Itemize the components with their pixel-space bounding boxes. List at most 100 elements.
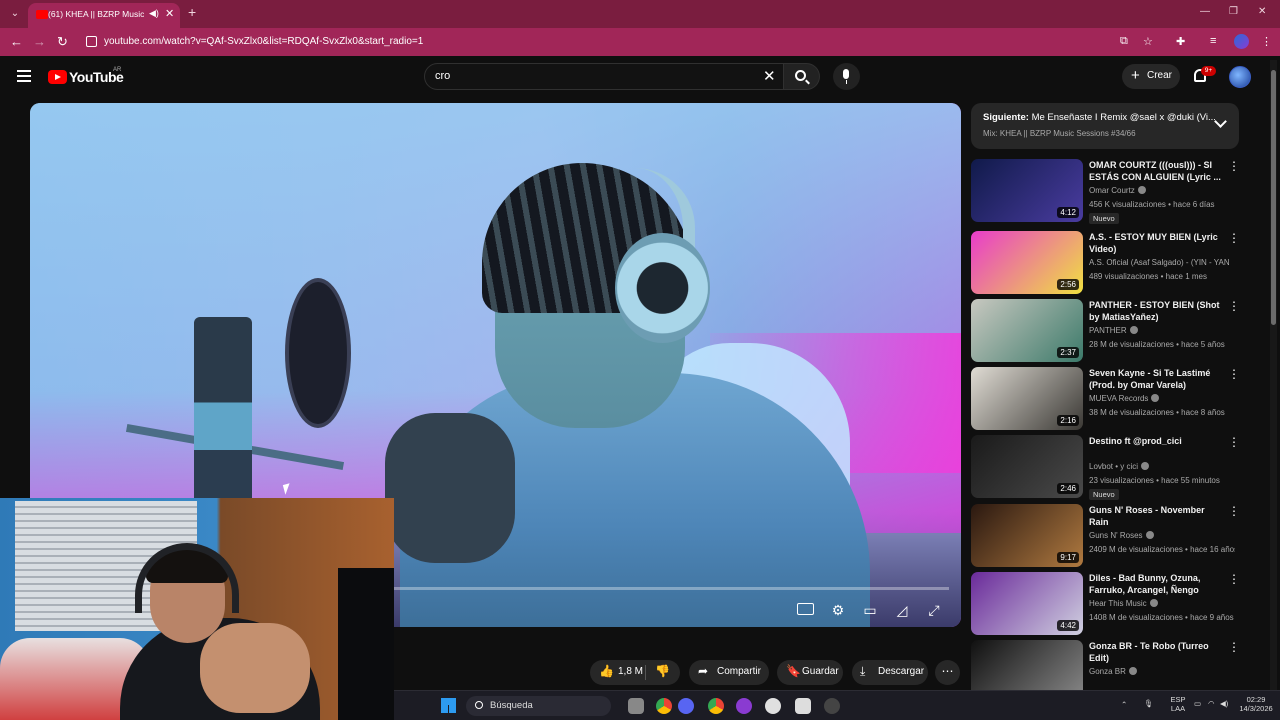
- theater-mode-icon[interactable]: ▭: [860, 600, 880, 620]
- more-actions-icon[interactable]: ⋯: [935, 660, 960, 685]
- scrollbar-thumb[interactable]: [1271, 70, 1276, 325]
- more-options-icon[interactable]: ⋮: [1228, 505, 1240, 517]
- tray-chevron-icon[interactable]: ⌃: [1121, 700, 1127, 709]
- display-tray-icon[interactable]: ▭: [1194, 699, 1201, 708]
- recommendation-channel[interactable]: Hear This Music: [1089, 599, 1229, 608]
- site-info-icon[interactable]: [86, 36, 97, 47]
- more-options-icon[interactable]: ⋮: [1228, 436, 1240, 448]
- app-icon-purple[interactable]: [736, 698, 752, 714]
- recommendation-thumbnail[interactable]: 2:46: [971, 435, 1083, 498]
- up-next-title: Siguiente: Me Enseñaste I Remix @sael x …: [983, 112, 1215, 123]
- back-icon[interactable]: ←: [10, 34, 23, 49]
- recommendation-title[interactable]: OMAR COURTZ (((ousl))) - SI ESTÁS CON AL…: [1089, 159, 1221, 183]
- youtube-favicon-icon: [36, 10, 48, 19]
- recommendation-item[interactable]: 2:37 PANTHER - ESTOY BIEN (Shot by Matias…: [971, 299, 1240, 365]
- recommendation-channel[interactable]: Gonza BR: [1089, 667, 1229, 676]
- like-button[interactable]: 👍 1,8 M 👎: [590, 660, 680, 685]
- search-button[interactable]: [784, 63, 820, 90]
- recommendation-thumbnail[interactable]: 4:42: [971, 572, 1083, 635]
- install-app-icon[interactable]: ⧉: [1120, 35, 1128, 48]
- recommendation-title[interactable]: A.S. - ESTOY MUY BIEN (Lyric Video) #Neo…: [1089, 231, 1221, 255]
- recommendation-thumbnail[interactable]: 2:37: [971, 299, 1083, 362]
- recommendation-thumbnail[interactable]: 2:56: [971, 231, 1083, 294]
- recommendation-channel[interactable]: MUEVA Records: [1089, 394, 1229, 403]
- app-icon-white[interactable]: [765, 698, 781, 714]
- recommendation-channel[interactable]: PANTHER: [1089, 326, 1229, 335]
- microphone-tray-icon[interactable]: 🎙: [1144, 699, 1154, 708]
- close-window-icon[interactable]: ✕: [1258, 6, 1266, 17]
- taskbar-search[interactable]: Búsqueda: [466, 696, 611, 716]
- app-icon-dark[interactable]: [824, 698, 840, 714]
- recommendation-channel[interactable]: A.S. Oficial (Asaf Salgado) - (YIN - YAN…: [1089, 258, 1229, 267]
- recommendation-title[interactable]: PANTHER - ESTOY BIEN (Shot by MatiasYañe…: [1089, 299, 1221, 323]
- forward-icon[interactable]: →: [33, 34, 46, 49]
- thumbs-down-icon[interactable]: 👎: [655, 664, 670, 678]
- search-query[interactable]: cro: [435, 70, 450, 82]
- clear-search-icon[interactable]: ✕: [763, 67, 776, 85]
- search-input[interactable]: cro ✕: [424, 63, 784, 90]
- more-options-icon[interactable]: ⋮: [1228, 160, 1240, 172]
- fullscreen-icon[interactable]: ⤢: [924, 600, 944, 620]
- close-tab-icon[interactable]: ✕: [165, 7, 174, 20]
- reload-icon[interactable]: ↻: [57, 34, 68, 50]
- cast-icon[interactable]: ◿: [892, 600, 912, 620]
- chrome-icon[interactable]: [656, 698, 672, 714]
- subtitles-icon[interactable]: [797, 603, 814, 615]
- recommendation-thumbnail[interactable]: 4:12: [971, 159, 1083, 222]
- recommendation-channel[interactable]: Lovbot • y cici: [1089, 462, 1229, 471]
- bookmark-star-icon[interactable]: ☆: [1143, 35, 1153, 48]
- chevron-down-icon[interactable]: [1214, 115, 1227, 128]
- youtube-logo-icon[interactable]: [48, 70, 67, 84]
- page-scrollbar[interactable]: [1270, 60, 1277, 720]
- settings-gear-icon[interactable]: ⚙: [828, 600, 848, 620]
- recommendation-item[interactable]: 4:42 Diles - Bad Bunny, Ozuna, Farruko, A…: [971, 572, 1240, 638]
- extensions-icon[interactable]: ✚: [1176, 35, 1185, 48]
- recommendation-item[interactable]: 9:17 Guns N' Roses - November Rain Guns N'…: [971, 504, 1240, 570]
- volume-icon[interactable]: ◀): [1220, 699, 1228, 708]
- browser-tab[interactable]: (61) KHEA || BZRP Music Se ◀) ✕: [28, 3, 180, 28]
- discord-icon[interactable]: [678, 698, 694, 714]
- recommendation-thumbnail[interactable]: 2:16: [971, 367, 1083, 430]
- new-tab-button[interactable]: +: [188, 4, 196, 20]
- recommendation-title[interactable]: Guns N' Roses - November Rain: [1089, 504, 1221, 528]
- language-indicator[interactable]: ESP LAA: [1166, 695, 1190, 713]
- minimize-icon[interactable]: —: [1200, 6, 1210, 17]
- recommendation-title[interactable]: Diles - Bad Bunny, Ozuna, Farruko, Arcan…: [1089, 572, 1221, 596]
- recommendation-title[interactable]: Seven Kayne - Si Te Lastimé (Prod. by Om…: [1089, 367, 1221, 391]
- voice-search-icon[interactable]: [833, 63, 860, 90]
- recommendation-channel[interactable]: Guns N' Roses: [1089, 531, 1229, 540]
- recommendation-item[interactable]: 2:46 Destino ft @prod_cici Lovbot • y cici…: [971, 435, 1240, 501]
- more-options-icon[interactable]: ⋮: [1228, 641, 1240, 653]
- media-control-icon[interactable]: ≡: [1210, 35, 1216, 47]
- more-options-icon[interactable]: ⋮: [1228, 300, 1240, 312]
- wifi-icon[interactable]: ◠: [1208, 699, 1215, 708]
- playlist-up-next[interactable]: Siguiente: Me Enseñaste I Remix @sael x …: [971, 103, 1239, 149]
- recommendation-channel[interactable]: Omar Courtz: [1089, 186, 1229, 195]
- menu-icon[interactable]: [17, 70, 31, 82]
- maximize-icon[interactable]: ❐: [1229, 6, 1238, 17]
- speaker-icon[interactable]: ◀): [149, 8, 159, 19]
- recommendation-item[interactable]: 4:12 OMAR COURTZ (((ousl))) - SI ESTÁS CO…: [971, 159, 1240, 225]
- chrome-active-icon[interactable]: [708, 698, 724, 714]
- download-button[interactable]: ⤓ Descargar: [852, 660, 928, 685]
- user-avatar[interactable]: [1229, 66, 1251, 88]
- recommendation-thumbnail[interactable]: 9:17: [971, 504, 1083, 567]
- url-field[interactable]: youtube.com/watch?v=QAf-SvxZlx0&list=RDQ…: [104, 36, 423, 47]
- recommendation-item[interactable]: 2:16 Seven Kayne - Si Te Lastimé (Prod. b…: [971, 367, 1240, 433]
- recommendation-title[interactable]: Gonza BR - Te Robo (Turreo Edit): [1089, 640, 1221, 664]
- browser-menu-icon[interactable]: ⋮: [1261, 35, 1272, 48]
- share-button[interactable]: ➦ Compartir: [689, 660, 769, 685]
- recommendation-item[interactable]: 2:56 A.S. - ESTOY MUY BIEN (Lyric Video) …: [971, 231, 1240, 297]
- more-options-icon[interactable]: ⋮: [1228, 368, 1240, 380]
- windows-start-icon[interactable]: [441, 698, 456, 713]
- task-view-icon[interactable]: [628, 698, 644, 714]
- recommendation-title[interactable]: Destino ft @prod_cici: [1089, 435, 1221, 447]
- more-options-icon[interactable]: ⋮: [1228, 232, 1240, 244]
- app-icon-grid[interactable]: [795, 698, 811, 714]
- more-options-icon[interactable]: ⋮: [1228, 573, 1240, 585]
- create-button[interactable]: + Crear: [1122, 64, 1180, 89]
- clock[interactable]: 02:29 14/3/2026: [1236, 695, 1276, 713]
- browser-profile-avatar[interactable]: [1234, 34, 1249, 49]
- tab-search-icon[interactable]: ⌄: [6, 5, 24, 23]
- save-button[interactable]: 🔖 Guardar: [777, 660, 843, 685]
